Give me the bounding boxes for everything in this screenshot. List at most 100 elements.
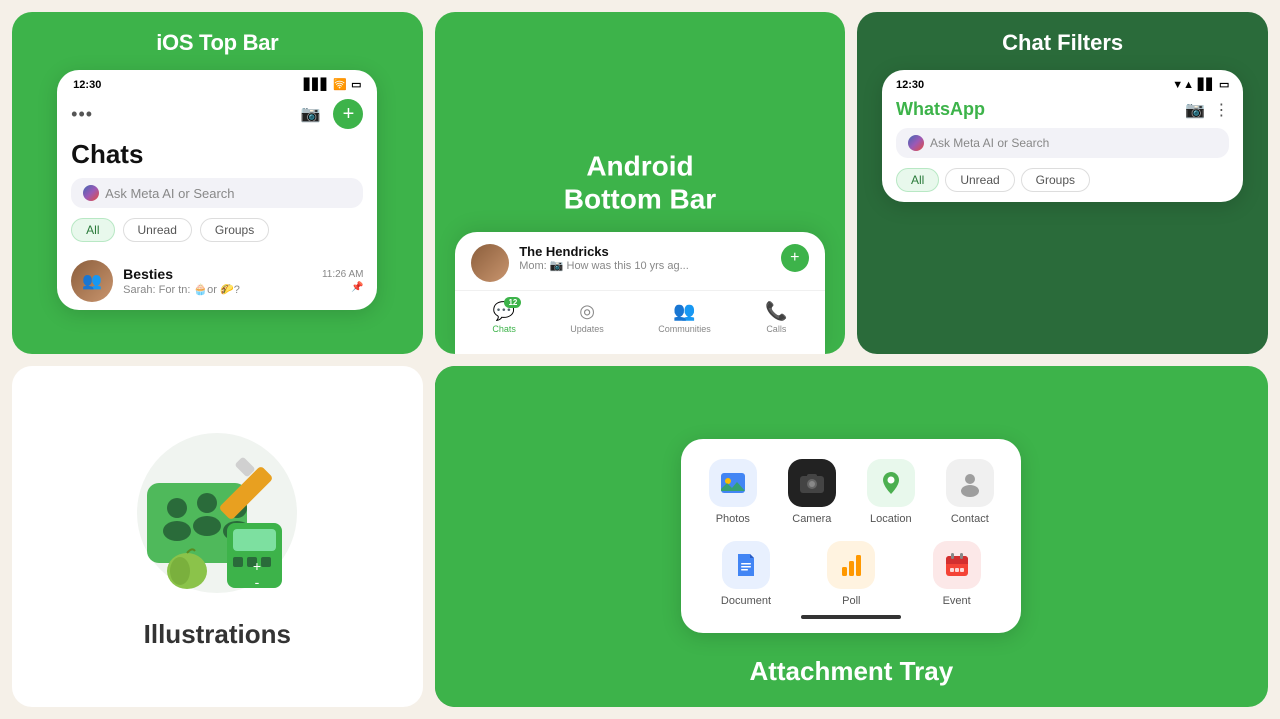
- camera-label: Camera: [792, 513, 831, 525]
- illustrations-card: + - Illustrations: [12, 366, 423, 708]
- android-add-button[interactable]: +: [781, 244, 809, 272]
- new-chat-button[interactable]: +: [333, 99, 363, 129]
- document-icon: [722, 541, 770, 589]
- communities-nav-label: Communities: [658, 324, 711, 334]
- document-label: Document: [721, 595, 771, 607]
- photos-icon: [709, 459, 757, 507]
- search-bar[interactable]: Ask Meta AI or Search: [71, 178, 363, 208]
- illustrations-svg: + -: [127, 423, 307, 603]
- filters-pill-unread[interactable]: Unread: [945, 168, 1014, 192]
- filters-header-icons: 📷 ⋮: [1185, 100, 1229, 120]
- camera-button[interactable]: 📷: [295, 99, 325, 129]
- filter-unread[interactable]: Unread: [123, 218, 192, 242]
- calls-nav-label: Calls: [766, 324, 786, 334]
- chat-avatar: 👥: [71, 260, 113, 302]
- camera-filter-icon[interactable]: 📷: [1185, 100, 1205, 120]
- poll-label: Poll: [842, 595, 860, 607]
- android-avatar: [471, 244, 509, 282]
- signal-icon: ▋▋▋: [304, 78, 329, 91]
- chat-filters-title: Chat Filters: [1002, 30, 1123, 56]
- filters-battery-icon: ▭: [1219, 78, 1229, 91]
- contact-icon: [946, 459, 994, 507]
- ios-status-bar: 12:30 ▋▋▋ 🛜 ▭: [57, 70, 377, 95]
- battery-icon: ▭: [351, 78, 361, 91]
- nav-item-updates[interactable]: ◎ Updates: [562, 297, 612, 338]
- wifi-icon: 🛜: [333, 78, 347, 91]
- filters-search-placeholder: Ask Meta AI or Search: [930, 136, 1049, 150]
- ios-toolbar: ••• 📷 +: [57, 95, 377, 135]
- chats-badge: 12: [504, 297, 521, 308]
- nav-item-communities[interactable]: 👥 Communities: [650, 297, 719, 338]
- attachment-phone-mockup: Photos Camera: [681, 439, 1021, 633]
- filters-header: WhatsApp 📷 ⋮: [882, 95, 1243, 128]
- android-chat-text: The Hendricks Mom: 📷 How was this 10 yrs…: [519, 244, 689, 272]
- attachment-tray-card: Photos Camera: [435, 366, 1268, 708]
- updates-nav-label: Updates: [570, 324, 604, 334]
- chat-item[interactable]: 👥 Besties Sarah: For tn: 🧁or 🌮? 11:26 AM…: [57, 252, 377, 310]
- att-location[interactable]: Location: [859, 459, 922, 525]
- android-chat-name: The Hendricks: [519, 244, 689, 259]
- toolbar-icons: 📷 +: [295, 99, 363, 129]
- pin-icon: 📌: [322, 282, 364, 293]
- svg-text:+: +: [253, 558, 261, 574]
- android-card-title: AndroidBottom Bar: [564, 149, 716, 216]
- filters-search-bar[interactable]: Ask Meta AI or Search: [896, 128, 1229, 158]
- search-placeholder: Ask Meta AI or Search: [105, 186, 234, 201]
- filters-status-icons: ▼▲ ▋▋ ▭: [1172, 78, 1229, 91]
- ios-card-title: iOS Top Bar: [156, 30, 278, 56]
- filters-signal-icon: ▋▋: [1198, 78, 1215, 91]
- att-contact[interactable]: Contact: [938, 459, 1001, 525]
- filters-meta-icon: [908, 135, 924, 151]
- camera-icon: [788, 459, 836, 507]
- android-bottom-card: The Hendricks Mom: 📷 How was this 10 yrs…: [455, 232, 825, 354]
- android-bottom-nav: 💬12 Chats ◎ Updates 👥 Communities 📞 Call…: [455, 290, 825, 342]
- calls-nav-icon: 📞: [765, 301, 787, 322]
- att-poll[interactable]: Poll: [827, 541, 875, 607]
- chats-nav-icon: 💬12: [493, 301, 515, 322]
- home-indicator: [801, 615, 901, 619]
- ios-time: 12:30: [73, 79, 101, 91]
- att-document[interactable]: Document: [721, 541, 771, 607]
- android-bottom-bar-card: AndroidBottom Bar The Hendricks Mom: 📷 H…: [435, 12, 846, 354]
- illustrations-content: + - Illustrations: [127, 423, 307, 650]
- location-label: Location: [870, 513, 912, 525]
- ios-top-bar-card: iOS Top Bar 12:30 ▋▋▋ 🛜 ▭ ••• 📷 + Chats …: [12, 12, 423, 354]
- contact-label: Contact: [951, 513, 989, 525]
- attachment-tray-title: Attachment Tray: [749, 656, 953, 687]
- chat-info: Besties Sarah: For tn: 🧁or 🌮?: [123, 266, 312, 296]
- location-icon: [867, 459, 915, 507]
- filters-phone-mockup: 12:30 ▼▲ ▋▋ ▭ WhatsApp 📷 ⋮ Ask Meta AI o…: [882, 70, 1243, 202]
- photos-label: Photos: [716, 513, 750, 525]
- updates-nav-icon: ◎: [579, 301, 595, 322]
- illustrations-label: Illustrations: [144, 619, 291, 650]
- chat-name: Besties: [123, 266, 312, 282]
- att-photos[interactable]: Photos: [701, 459, 764, 525]
- filter-groups[interactable]: Groups: [200, 218, 269, 242]
- filter-pills: All Unread Groups: [57, 218, 377, 252]
- android-chat-row: The Hendricks Mom: 📷 How was this 10 yrs…: [455, 232, 825, 290]
- filters-wifi-icon: ▼▲: [1172, 79, 1194, 91]
- filter-all[interactable]: All: [71, 218, 114, 242]
- svg-text:-: -: [255, 574, 260, 590]
- more-filter-icon[interactable]: ⋮: [1213, 100, 1229, 120]
- filters-pill-groups[interactable]: Groups: [1021, 168, 1090, 192]
- filters-status-bar: 12:30 ▼▲ ▋▋ ▭: [882, 70, 1243, 95]
- filters-pill-all[interactable]: All: [896, 168, 939, 192]
- more-icon[interactable]: •••: [71, 104, 93, 125]
- att-camera[interactable]: Camera: [780, 459, 843, 525]
- chat-meta: 11:26 AM 📌: [322, 269, 364, 293]
- ios-phone-mockup: 12:30 ▋▋▋ 🛜 ▭ ••• 📷 + Chats Ask Meta AI …: [57, 70, 377, 310]
- android-chat-info: The Hendricks Mom: 📷 How was this 10 yrs…: [471, 244, 689, 282]
- event-label: Event: [943, 595, 971, 607]
- filters-pills: All Unread Groups: [882, 168, 1243, 202]
- whatsapp-title: WhatsApp: [896, 99, 985, 120]
- chats-heading: Chats: [57, 135, 377, 178]
- nav-item-calls[interactable]: 📞 Calls: [757, 297, 795, 338]
- nav-item-chats[interactable]: 💬12 Chats: [484, 297, 524, 338]
- chat-filters-card: Chat Filters 12:30 ▼▲ ▋▋ ▭ WhatsApp 📷 ⋮ …: [857, 12, 1268, 354]
- event-icon: [933, 541, 981, 589]
- filters-time: 12:30: [896, 79, 924, 91]
- chat-time: 11:26 AM: [322, 269, 364, 280]
- att-event[interactable]: Event: [933, 541, 981, 607]
- communities-nav-icon: 👥: [673, 301, 695, 322]
